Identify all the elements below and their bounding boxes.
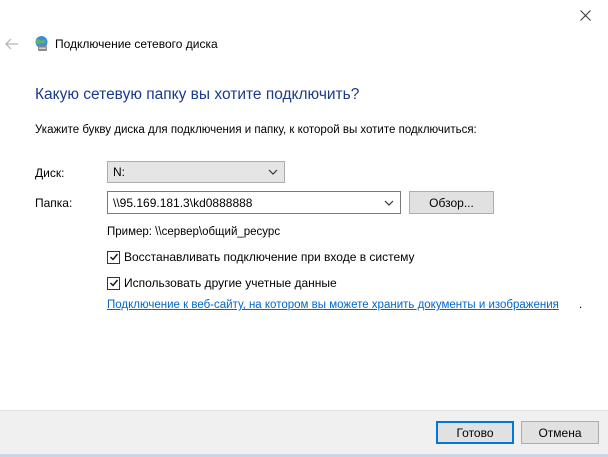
back-arrow-icon (5, 38, 18, 50)
window-title: Подключение сетевого диска (55, 37, 218, 51)
website-link[interactable]: Подключение к веб-сайту, на котором вы м… (107, 299, 559, 311)
other-credentials-label: Использовать другие учетные данные (124, 276, 337, 290)
folder-label: Папка: (35, 196, 73, 210)
drive-select[interactable]: N: (107, 161, 285, 183)
other-credentials-checkbox[interactable] (107, 276, 120, 290)
reconnect-label: Восстанавливать подключение при входе в … (124, 250, 415, 264)
website-link-suffix: . (579, 299, 583, 311)
page-heading: Какую сетевую папку вы хотите подключить… (35, 86, 360, 103)
drive-label: Диск: (35, 166, 65, 180)
dialog-footer (0, 410, 608, 457)
folder-input-value: \\95.169.181.3\kd0888888 (113, 195, 253, 210)
checkmark-icon (109, 279, 118, 287)
map-network-drive-dialog: Подключение сетевого диска Какую сетевую… (0, 0, 608, 457)
browse-button[interactable]: Обзор... (409, 191, 494, 214)
chevron-down-icon (268, 169, 278, 175)
drive-select-value: N: (113, 165, 125, 179)
close-button[interactable] (562, 0, 608, 30)
network-drive-icon (35, 36, 48, 51)
checkmark-icon (109, 253, 118, 261)
instruction-text: Укажите букву диска для подключения и па… (35, 124, 477, 136)
back-button[interactable] (2, 34, 22, 54)
folder-input[interactable]: \\95.169.181.3\kd0888888 (107, 191, 401, 214)
close-icon (579, 9, 591, 21)
other-credentials-option[interactable]: Использовать другие учетные данные (107, 276, 337, 290)
cancel-button[interactable]: Отмена (521, 421, 599, 444)
reconnect-option[interactable]: Восстанавливать подключение при входе в … (107, 250, 415, 264)
finish-button[interactable]: Готово (436, 421, 514, 444)
chevron-down-icon[interactable] (384, 198, 394, 208)
example-text: Пример: \\сервер\общий_ресурс (107, 226, 281, 238)
reconnect-checkbox[interactable] (107, 250, 120, 264)
